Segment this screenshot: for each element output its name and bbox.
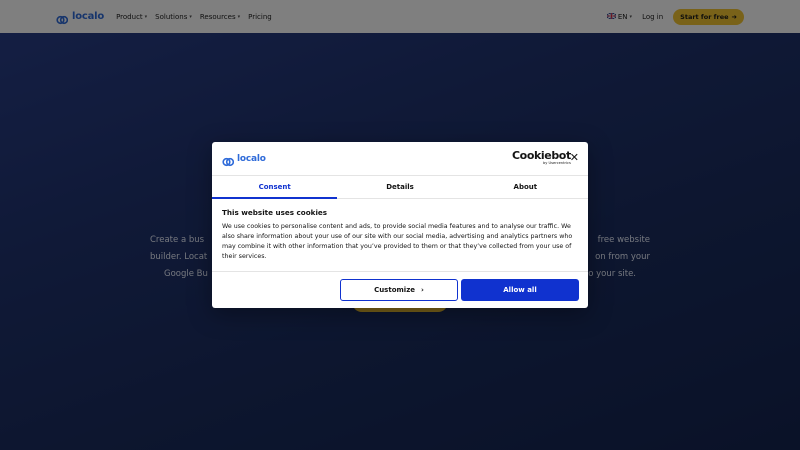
allow-all-button[interactable]: Allow all [461, 279, 579, 301]
cookie-consent-dialog: localo Cookiebot by Usercentrics ✕ Conse… [212, 142, 588, 308]
tab-about[interactable]: About [463, 176, 588, 198]
cookiebot-name: Cookiebot [512, 149, 571, 162]
dialog-header: localo Cookiebot by Usercentrics ✕ [212, 142, 588, 175]
tab-details[interactable]: Details [337, 176, 462, 198]
dialog-body: This website uses cookies We use cookies… [212, 199, 588, 272]
tab-consent[interactable]: Consent [212, 176, 338, 199]
customize-button[interactable]: Customize › [340, 279, 458, 301]
customize-label: Customize [374, 286, 416, 294]
dialog-title: This website uses cookies [222, 208, 328, 217]
chevron-right-icon: › [421, 286, 424, 294]
localo-logo-icon [222, 153, 235, 166]
dialog-actions: Customize › Allow all [212, 279, 588, 301]
dialog-description: We use cookies to personalise content an… [222, 223, 573, 260]
cookiebot-logo: Cookiebot by Usercentrics [512, 150, 571, 166]
close-icon[interactable]: ✕ [570, 152, 579, 163]
dialog-brand-logo: localo [222, 153, 266, 166]
dialog-tabs: Consent Details About [212, 175, 588, 199]
dialog-brand-name: localo [237, 153, 266, 164]
